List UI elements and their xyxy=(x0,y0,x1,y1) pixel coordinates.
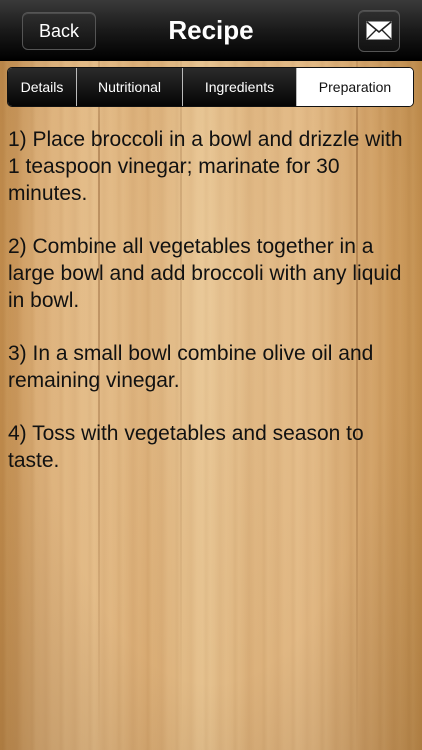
recipe-tabs: Details Nutritional Ingredients Preparat… xyxy=(7,67,414,107)
preparation-step: 1) Place broccoli in a bowl and drizzle … xyxy=(8,128,403,205)
tab-preparation[interactable]: Preparation xyxy=(297,68,413,106)
recipe-screen: Back Recipe Details Nutritional Ingredie… xyxy=(0,0,422,750)
envelope-icon xyxy=(366,21,392,40)
tab-details[interactable]: Details xyxy=(8,68,77,106)
tab-ingredients[interactable]: Ingredients xyxy=(183,68,297,106)
tab-nutritional[interactable]: Nutritional xyxy=(77,68,183,106)
preparation-step: 2) Combine all vegetables together in a … xyxy=(8,235,402,312)
preparation-step: 3) In a small bowl combine olive oil and… xyxy=(8,342,374,392)
preparation-content: 1) Place broccoli in a bowl and drizzle … xyxy=(8,126,414,500)
email-button[interactable] xyxy=(358,10,400,52)
navigation-bar: Back Recipe xyxy=(0,0,422,61)
preparation-step: 4) Toss with vegetables and season to ta… xyxy=(8,422,364,472)
back-button[interactable]: Back xyxy=(22,12,96,50)
page-title: Recipe xyxy=(168,15,254,45)
